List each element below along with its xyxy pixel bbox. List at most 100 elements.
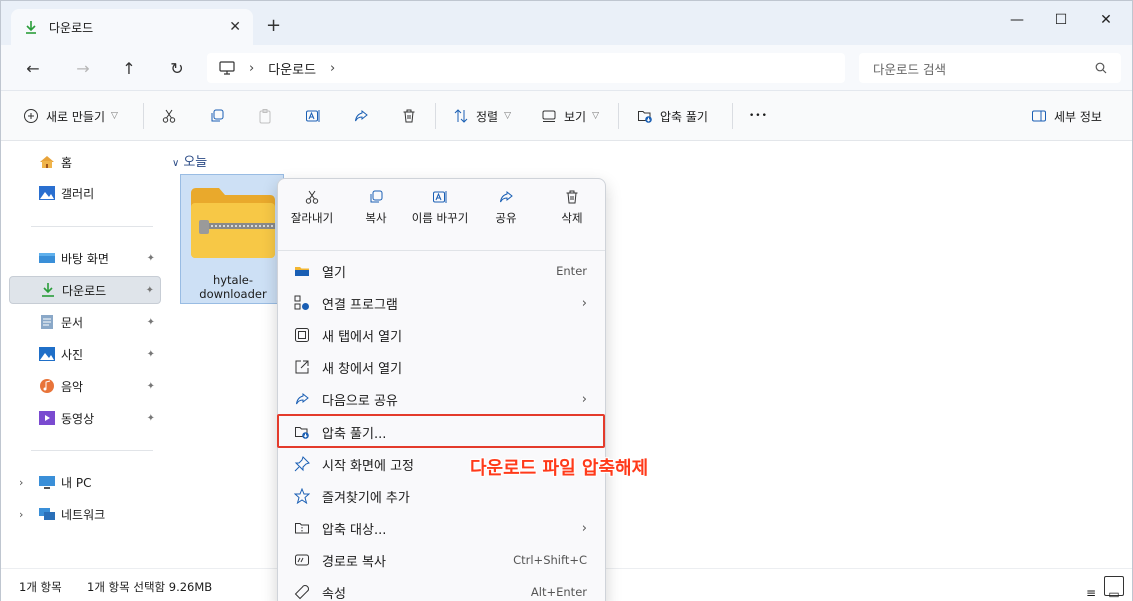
chevron-right-icon: › [581,391,587,407]
details-pane-icon [1032,110,1046,122]
breadcrumb-item-downloads[interactable]: 다운로드 [268,59,316,78]
context-copy-label: 복사 [365,211,387,225]
menu-item-label: 압축 대상... [322,522,387,538]
chevron-right-icon[interactable]: › [19,508,23,521]
share-button[interactable] [353,105,376,127]
rename-button[interactable] [305,105,328,127]
view-button[interactable]: 보기 ▽ [541,105,599,127]
context-rename-button[interactable]: 이름 바꾸기 [410,189,470,225]
context-delete-button[interactable]: 삭제 [542,189,602,225]
new-tab-button[interactable]: + [266,15,281,36]
sort-button[interactable]: 정렬 ▽ [453,105,511,127]
chevron-down-icon: ∨ [172,158,180,169]
sidebar-item-network[interactable]: › 네트워크 [9,500,161,528]
menu-item-compress-to[interactable]: 압축 대상... › [282,513,603,543]
forward-button[interactable]: → [71,57,95,79]
tiles-view-button[interactable]: ▭ [1104,576,1124,601]
context-cut-button[interactable]: 잘라내기 [282,189,342,225]
sidebar-item-label: 문서 [61,315,84,330]
details-label: 세부 정보 [1054,109,1102,124]
chevron-down-icon: ▽ [111,111,118,121]
pin-icon[interactable]: ✦ [147,349,155,360]
music-icon [40,379,54,393]
divider [435,103,436,129]
apps-icon [294,295,309,310]
pin-icon[interactable]: ✦ [147,381,155,392]
menu-item-shortcut: Ctrl+Shift+C [513,553,587,567]
scissors-icon [305,190,319,204]
menu-item-open-in-new-tab[interactable]: 새 탭에서 열기 [282,320,603,350]
menu-item-open[interactable]: 열기 Enter [282,256,603,286]
maximize-button[interactable]: ☐ [1038,7,1084,33]
up-button[interactable]: ↑ [117,57,141,79]
rename-icon [306,110,320,122]
gallery-icon [39,186,55,200]
scissors-icon [162,109,176,123]
cut-button[interactable] [161,105,184,127]
context-copy-button[interactable]: 복사 [346,189,406,225]
menu-item-label: 다음으로 공유 [322,393,398,409]
chevron-right-icon[interactable]: › [19,476,23,489]
more-icon: ••• [749,111,768,121]
details-button[interactable]: 세부 정보 [1031,105,1102,127]
arrow-up-icon: ↑ [122,58,136,78]
list-view-icon: ≡ [1085,586,1097,600]
navigation-pane: 홈 갤러리 바탕 화면 ✦ 다운로드 ✦ 문서 ✦ 사진 ✦ 음악 ✦ 동영상 … [1,141,164,568]
compress-icon [295,523,309,534]
breadcrumb[interactable]: › 다운로드 › [207,53,845,83]
pin-icon[interactable]: ✦ [147,317,155,328]
share-icon [296,392,309,405]
menu-item-shortcut: Alt+Enter [530,585,587,599]
sidebar-item-home[interactable]: 홈 [9,148,161,176]
back-button[interactable]: ← [21,57,45,79]
arrow-left-icon: ← [26,58,40,78]
sidebar-item-pictures[interactable]: 사진 ✦ [9,340,161,368]
pin-icon[interactable]: ✦ [146,285,154,296]
tab-downloads[interactable]: 다운로드 ✕ [11,9,253,45]
new-button[interactable]: 새로 만들기 ▽ [23,105,118,127]
menu-item-add-to-favorites[interactable]: 즐겨찾기에 추가 [282,481,603,511]
maximize-icon: ☐ [1054,12,1068,28]
chevron-right-icon: › [581,520,587,536]
context-share-button[interactable]: 공유 [476,189,536,225]
paste-button[interactable] [257,105,280,127]
sidebar-item-music[interactable]: 음악 ✦ [9,372,161,400]
minimize-icon: — [1010,12,1024,28]
copy-button[interactable] [209,105,232,127]
menu-item-open-with[interactable]: 연결 프로그램 › [282,288,603,318]
sidebar-item-this-pc[interactable]: › 내 PC [9,468,161,496]
download-icon [26,21,36,34]
tiles-view-icon: ▭ [1108,587,1120,601]
rename-icon [433,191,447,203]
sidebar-item-desktop[interactable]: 바탕 화면 ✦ [9,244,161,272]
pin-icon[interactable]: ✦ [147,413,155,424]
search-placeholder: 다운로드 검색 [873,61,946,77]
pin-icon[interactable]: ✦ [147,253,155,264]
file-item-zip[interactable]: hytale-downloader [180,174,284,304]
menu-item-share-with[interactable]: 다음으로 공유 › [282,384,603,414]
close-button[interactable]: ✕ [1083,7,1129,33]
sidebar-item-downloads[interactable]: 다운로드 ✦ [9,276,161,304]
details-view-button[interactable]: ≡ [1081,576,1101,600]
minimize-button[interactable]: — [994,7,1040,33]
group-header-today[interactable]: ∨ 오늘 [172,151,207,170]
refresh-button[interactable]: ↻ [165,57,189,79]
refresh-icon: ↻ [170,58,184,78]
tab-close-button[interactable]: ✕ [229,19,241,35]
extract-button[interactable]: 압축 풀기 [637,105,708,127]
folder-open-icon [295,267,309,276]
menu-item-open-in-new-window[interactable]: 새 창에서 열기 [282,352,603,382]
trash-icon [566,190,578,204]
breadcrumb-separator[interactable]: › [330,61,335,76]
sidebar-item-documents[interactable]: 문서 ✦ [9,308,161,336]
menu-item-properties[interactable]: 속성 Alt+Enter [282,577,603,601]
sidebar-item-gallery[interactable]: 갤러리 [9,179,161,207]
menu-item-label: 경로로 복사 [322,554,386,570]
sidebar-item-videos[interactable]: 동영상 ✦ [9,404,161,432]
more-button[interactable]: ••• [749,105,768,127]
download-icon [42,283,54,297]
menu-item-copy-as-path[interactable]: 경로로 복사 Ctrl+Shift+C [282,545,603,575]
delete-button[interactable] [401,105,424,127]
search-input[interactable]: 다운로드 검색 [859,53,1121,83]
menu-item-label: 시작 화면에 고정 [322,458,414,474]
